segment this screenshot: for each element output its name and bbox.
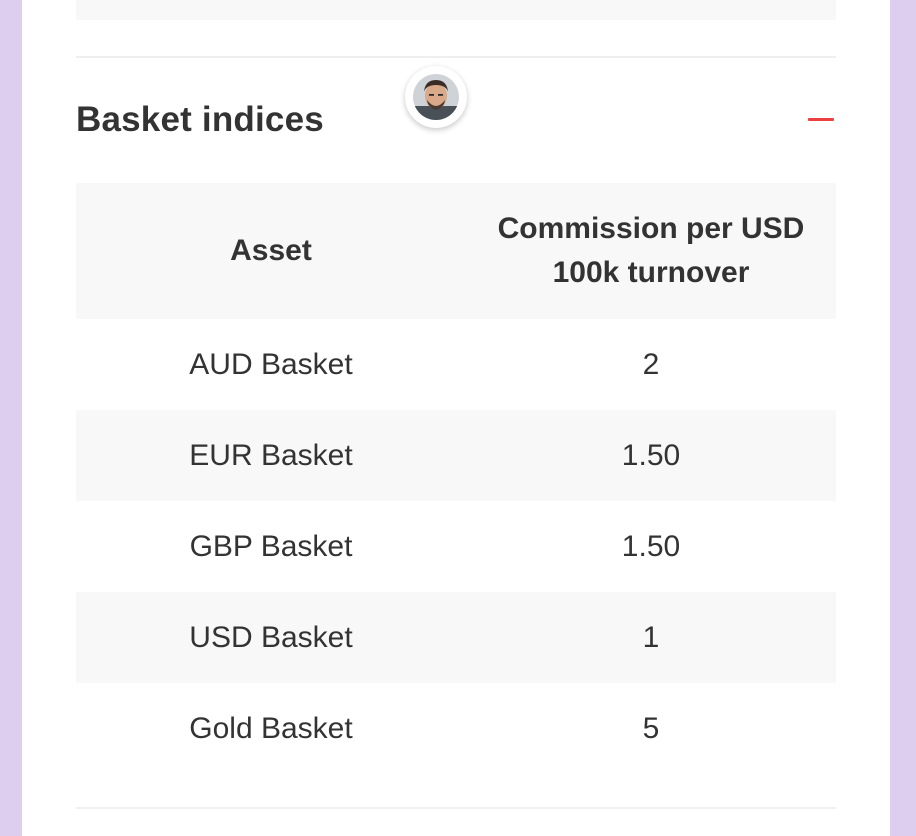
commission-cell: 2 xyxy=(642,347,660,381)
avatar-photo xyxy=(413,74,459,120)
asset-cell: Gold Basket xyxy=(189,711,353,745)
table-row: USD Basket 1 xyxy=(76,592,836,683)
asset-cell: USD Basket xyxy=(189,620,353,654)
commission-cell: 1.50 xyxy=(621,438,681,472)
asset-cell: EUR Basket xyxy=(189,438,353,472)
table-row: EUR Basket 1.50 xyxy=(76,410,836,501)
table-header: Asset Commission per USD 100k turnover xyxy=(76,183,836,319)
commission-cell: 1 xyxy=(642,620,660,654)
commission-cell: 5 xyxy=(642,711,660,745)
section-title[interactable]: Basket indices xyxy=(76,96,324,144)
commission-table: Asset Commission per USD 100k turnover A… xyxy=(76,183,836,774)
previous-section-panel xyxy=(76,0,836,20)
collapse-toggle[interactable] xyxy=(804,104,840,136)
section-divider xyxy=(76,56,836,58)
asset-cell: GBP Basket xyxy=(189,529,353,563)
table-row: AUD Basket 2 xyxy=(76,319,836,410)
asset-cell: AUD Basket xyxy=(189,347,353,381)
minus-icon xyxy=(808,118,834,121)
content-card: Basket indices Asset Commission per USD … xyxy=(22,0,890,836)
table-row: Gold Basket 5 xyxy=(76,683,836,774)
avatar[interactable] xyxy=(405,66,467,128)
commission-cell: 1.50 xyxy=(621,529,681,563)
table-row: GBP Basket 1.50 xyxy=(76,501,836,592)
column-header-asset: Asset xyxy=(230,234,312,267)
section-divider xyxy=(76,807,836,809)
column-header-commission: Commission per USD 100k turnover xyxy=(497,212,805,289)
